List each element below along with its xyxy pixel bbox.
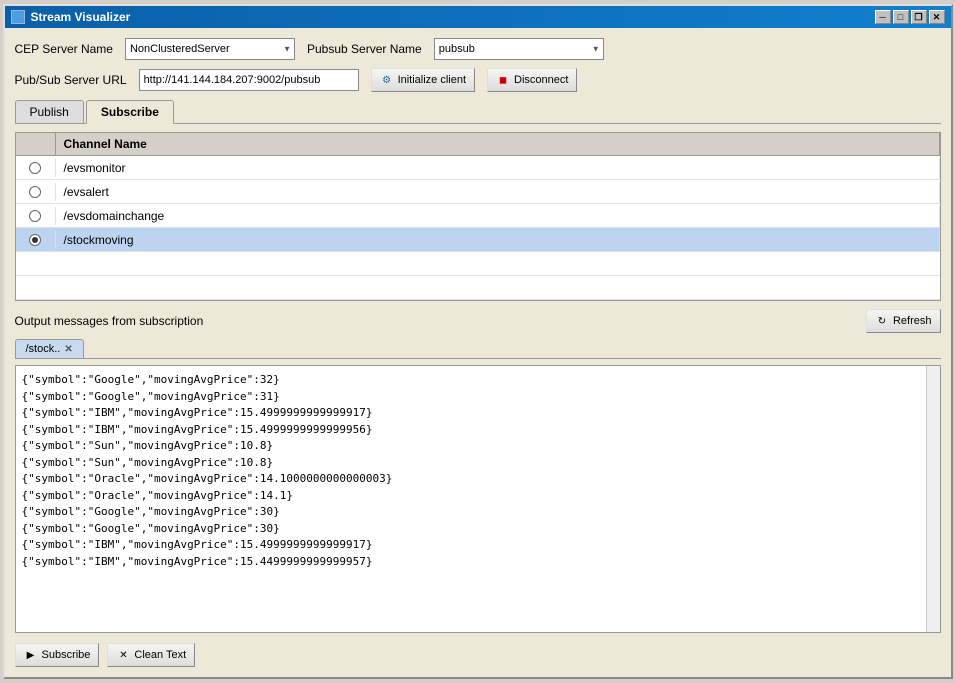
message-line: {"symbol":"IBM","movingAvgPrice":15.4999… [22, 537, 920, 554]
pubsub-label: Pubsub Server Name [307, 42, 422, 56]
content-area: CEP Server Name NonClusteredServer ▼ Pub… [5, 28, 951, 677]
window-controls: ─ □ ❐ ✕ [875, 10, 945, 24]
message-line: {"symbol":"Google","movingAvgPrice":30} [22, 521, 920, 538]
main-tabs: Publish Subscribe [15, 100, 941, 124]
title-bar: Stream Visualizer ─ □ ❐ ✕ [5, 6, 951, 28]
message-line: {"symbol":"Sun","movingAvgPrice":10.8} [22, 455, 920, 472]
close-button[interactable]: ✕ [929, 10, 945, 24]
output-label: Output messages from subscription [15, 314, 204, 328]
channel-name-cell: /stockmoving [56, 230, 940, 250]
radio-button[interactable] [29, 186, 41, 198]
message-line: {"symbol":"Google","movingAvgPrice":31} [22, 389, 920, 406]
message-tab-close-icon[interactable]: ✕ [64, 344, 72, 355]
message-tab-label: /stock.. [26, 343, 61, 355]
radio-cell[interactable] [16, 207, 56, 225]
table-row-selected[interactable]: /stockmoving [16, 228, 940, 252]
table-row-empty [16, 252, 940, 276]
table-row[interactable]: /evsalert [16, 180, 940, 204]
message-text-content[interactable]: {"symbol":"Google","movingAvgPrice":32}{… [16, 366, 926, 632]
window-title: Stream Visualizer [31, 10, 131, 24]
radio-button-checked[interactable] [29, 234, 41, 246]
radio-button[interactable] [29, 162, 41, 174]
channel-name-cell: /evsalert [56, 182, 940, 202]
pubsub-select-wrapper: pubsub ▼ [434, 38, 604, 60]
clean-text-button[interactable]: ✕ Clean Text [107, 643, 195, 667]
subscribe-icon: ▶ [24, 648, 38, 662]
message-tabs: /stock.. ✕ [15, 339, 941, 359]
url-label: Pub/Sub Server URL [15, 73, 127, 87]
scrollbar[interactable] [926, 366, 940, 632]
cep-label: CEP Server Name [15, 42, 113, 56]
channel-name-cell: /evsdomainchange [56, 206, 940, 226]
message-line: {"symbol":"IBM","movingAvgPrice":15.4999… [22, 422, 920, 439]
clean-text-icon: ✕ [116, 648, 130, 662]
maximize-button[interactable]: □ [893, 10, 909, 24]
message-tab[interactable]: /stock.. ✕ [15, 339, 84, 358]
tab-subscribe[interactable]: Subscribe [86, 100, 174, 124]
output-header: Output messages from subscription ↻ Refr… [15, 309, 941, 333]
message-line: {"symbol":"Oracle","movingAvgPrice":14.1… [22, 471, 920, 488]
output-section: Output messages from subscription ↻ Refr… [15, 309, 941, 633]
message-line: {"symbol":"Google","movingAvgPrice":30} [22, 504, 920, 521]
url-input[interactable] [139, 69, 359, 91]
message-line: {"symbol":"Sun","movingAvgPrice":10.8} [22, 438, 920, 455]
message-line: {"symbol":"IBM","movingAvgPrice":15.4999… [22, 405, 920, 422]
pubsub-server-select[interactable]: pubsub [434, 38, 604, 60]
init-icon: ⚙ [380, 73, 394, 87]
minimize-button[interactable]: ─ [875, 10, 891, 24]
refresh-button[interactable]: ↻ Refresh [866, 309, 941, 333]
message-line: {"symbol":"Google","movingAvgPrice":32} [22, 372, 920, 389]
app-icon [11, 10, 25, 24]
table-row[interactable]: /evsdomainchange [16, 204, 940, 228]
table-header-row: Channel Name [16, 133, 940, 156]
channel-name-cell: /evsmonitor [56, 158, 940, 178]
channel-table: Channel Name /evsmonitor /evsalert /evsd… [15, 132, 941, 301]
table-row[interactable]: /evsmonitor [16, 156, 940, 180]
table-row-empty [16, 276, 940, 300]
server-name-row: CEP Server Name NonClusteredServer ▼ Pub… [15, 38, 941, 60]
refresh-icon: ↻ [875, 314, 889, 328]
initialize-client-button[interactable]: ⚙ Initialize client [371, 68, 475, 92]
cep-select-wrapper: NonClusteredServer ▼ [125, 38, 295, 60]
main-window: Stream Visualizer ─ □ ❐ ✕ CEP Server Nam… [3, 4, 953, 679]
radio-cell[interactable] [16, 231, 56, 249]
cep-server-select[interactable]: NonClusteredServer [125, 38, 295, 60]
channel-name-col-header: Channel Name [56, 133, 940, 155]
disconnect-icon: ◼ [496, 73, 510, 87]
radio-button[interactable] [29, 210, 41, 222]
restore-button[interactable]: ❐ [911, 10, 927, 24]
bottom-action-buttons: ▶ Subscribe ✕ Clean Text [15, 641, 941, 667]
url-row: Pub/Sub Server URL ⚙ Initialize client ◼… [15, 68, 941, 92]
disconnect-button[interactable]: ◼ Disconnect [487, 68, 577, 92]
radio-cell[interactable] [16, 183, 56, 201]
message-line: {"symbol":"Oracle","movingAvgPrice":14.1… [22, 488, 920, 505]
radio-col-header [16, 133, 56, 155]
message-line: {"symbol":"IBM","movingAvgPrice":15.4499… [22, 554, 920, 571]
radio-cell[interactable] [16, 159, 56, 177]
tab-publish[interactable]: Publish [15, 100, 84, 123]
subscribe-button[interactable]: ▶ Subscribe [15, 643, 100, 667]
message-output-area[interactable]: {"symbol":"Google","movingAvgPrice":32}{… [15, 365, 941, 633]
